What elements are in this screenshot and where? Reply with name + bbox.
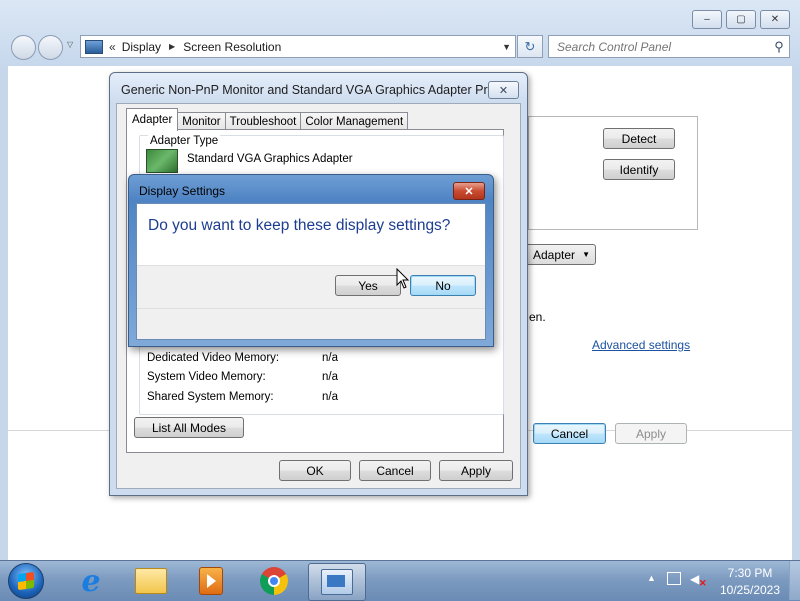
close-icon[interactable]: ✕ [453,182,485,200]
display-settings-dialog: Display Settings ✕ Do you want to keep t… [128,174,494,347]
folder-icon [135,568,167,594]
minimize-button[interactable]: – [692,10,722,29]
dedicated-memory-label: Dedicated Video Memory: [147,352,280,364]
clock-time[interactable]: 7:30 PM [722,566,778,580]
divider [137,265,485,266]
chevron-down-icon: ▼ [582,250,590,259]
advanced-settings-link[interactable]: Advanced settings [592,338,690,352]
control-panel-icon [85,39,103,54]
show-desktop-button[interactable] [789,561,800,600]
search-input[interactable] [549,38,769,55]
adapter-type-label: Adapter Type [148,135,221,147]
no-button[interactable]: No [410,275,476,296]
tab-strip: Adapter Monitor Troubleshoot Color Manag… [126,108,409,131]
address-overflow-chevron[interactable]: « [109,40,116,54]
yes-button[interactable]: Yes [335,275,401,296]
mouse-cursor-icon [396,268,410,289]
address-dropdown-icon[interactable]: ▼ [502,42,511,52]
dedicated-memory-value: n/a [322,352,338,364]
show-hidden-icons-icon[interactable]: ▲ [647,573,656,583]
system-memory-label: System Video Memory: [147,371,266,383]
breadcrumb-display[interactable]: Display [122,40,161,54]
identify-button[interactable]: Identify [603,159,675,180]
forward-button[interactable] [38,35,63,60]
dialog-apply-button[interactable]: Apply [439,460,513,481]
dialog-body: Do you want to keep these display settin… [136,203,486,340]
muted-x-icon: ✕ [699,578,707,588]
dialog-title: Generic Non-PnP Monitor and Standard VGA… [121,83,506,97]
resolution-combo[interactable]: Adapter ▼ [524,244,596,265]
adapter-name: Standard VGA Graphics Adapter [187,153,353,165]
maximize-button[interactable]: ▢ [726,10,756,29]
graphics-card-icon [146,149,178,173]
search-box[interactable]: ⚲ [548,35,790,58]
recent-pages-dropdown-icon[interactable]: ▽ [67,40,73,49]
detect-button[interactable]: Detect [603,128,675,149]
breadcrumb-screen-resolution[interactable]: Screen Resolution [183,40,281,54]
taskbar-file-explorer[interactable] [123,563,179,599]
tab-adapter[interactable]: Adapter [126,108,179,131]
divider [137,308,485,309]
shared-memory-label: Shared System Memory: [147,391,274,403]
taskbar-chrome[interactable] [246,563,302,599]
shared-memory-value: n/a [322,391,338,403]
partial-text: en. [529,310,546,324]
chrome-icon [260,567,288,595]
taskbar-internet-explorer[interactable]: e [63,563,119,599]
close-icon[interactable]: ✕ [488,81,519,99]
network-icon[interactable] [667,572,681,585]
taskbar-control-panel[interactable] [308,563,366,601]
start-button[interactable] [8,563,44,599]
media-player-icon [199,567,223,595]
taskbar-media-player[interactable] [183,563,239,599]
back-button[interactable] [11,35,36,60]
volume-icon[interactable]: ◀ [690,572,699,586]
dialog-title: Display Settings [139,184,226,198]
apply-button-disabled[interactable]: Apply [615,423,687,444]
internet-explorer-icon: e [81,563,101,599]
clock-date[interactable]: 10/25/2023 [716,583,784,597]
keep-settings-question: Do you want to keep these display settin… [148,217,451,234]
cancel-button[interactable]: Cancel [533,423,606,444]
list-all-modes-button[interactable]: List All Modes [134,417,244,438]
question-area: Do you want to keep these display settin… [137,204,485,265]
combo-text: Adapter [533,247,576,262]
window-caption-buttons: – ▢ ✕ [692,10,790,29]
address-bar[interactable]: « Display ▶ Screen Resolution ▼ [80,35,516,58]
search-icon[interactable]: ⚲ [769,39,789,55]
ok-button[interactable]: OK [279,460,351,481]
breadcrumb-separator-icon[interactable]: ▶ [169,42,175,51]
dialog-cancel-button[interactable]: Cancel [359,460,431,481]
system-memory-value: n/a [322,371,338,383]
control-panel-icon [321,569,353,595]
close-button[interactable]: ✕ [760,10,790,29]
refresh-button[interactable]: ↻ [517,35,543,58]
